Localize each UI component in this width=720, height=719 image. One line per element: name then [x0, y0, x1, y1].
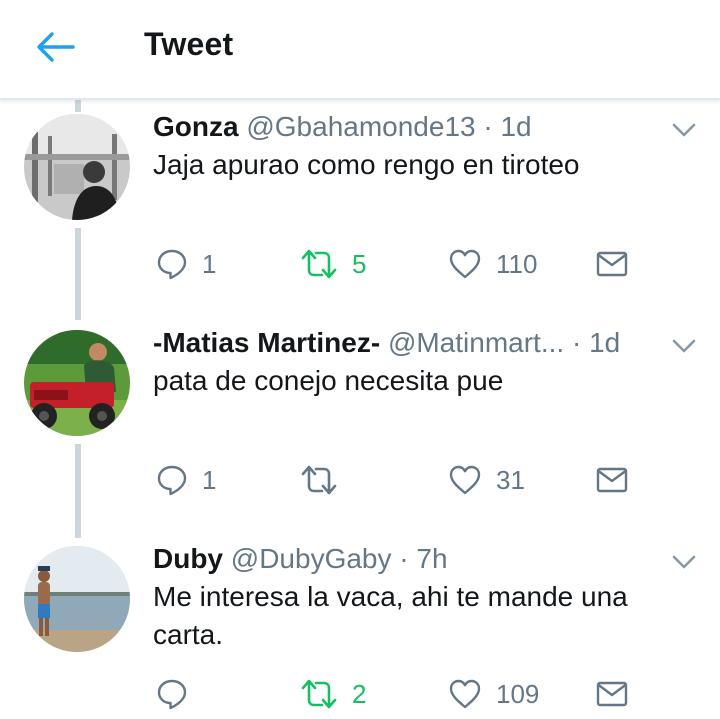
- chevron-down-icon[interactable]: [670, 120, 698, 140]
- tweet-text: Me interesa la vaca, ahi te mande una ca…: [153, 581, 628, 650]
- display-name[interactable]: -Matias Martinez-: [153, 327, 380, 358]
- envelope-icon: [596, 681, 628, 707]
- reply-icon: [157, 679, 187, 710]
- direct-message-button[interactable]: [596, 680, 628, 708]
- top-bar: Tweet: [0, 0, 720, 100]
- display-name[interactable]: Duby: [153, 543, 223, 574]
- reply-count: 1: [202, 464, 217, 495]
- direct-message-button[interactable]: [596, 466, 628, 494]
- reply-button[interactable]: 1: [156, 464, 216, 496]
- user-handle[interactable]: @Matinmart...: [388, 327, 564, 358]
- reply-button[interactable]: 1: [156, 248, 216, 280]
- timestamp: 1d: [500, 111, 532, 142]
- user-handle[interactable]: @Gbahamonde13: [246, 111, 475, 142]
- timestamp: 7h: [416, 543, 448, 574]
- avatar-photo: [24, 330, 130, 436]
- retweet-icon: [301, 679, 337, 709]
- reply-button[interactable]: [156, 678, 202, 710]
- heart-icon: [449, 679, 481, 709]
- back-button[interactable]: [30, 22, 80, 72]
- retweet-count: 2: [352, 678, 367, 709]
- retweet-button[interactable]: 2: [300, 678, 366, 710]
- like-count: 110: [496, 248, 538, 279]
- tweet-text: pata de conejo necesita pue: [153, 365, 504, 396]
- retweet-icon: [301, 249, 337, 279]
- avatar-photo: [24, 546, 130, 652]
- tweet-header: Gonza @Gbahamonde13 · 1d: [153, 110, 532, 144]
- timestamp: 1d: [589, 327, 621, 358]
- retweet-icon: [301, 465, 337, 495]
- like-button[interactable]: 110: [448, 248, 537, 280]
- chevron-down-icon[interactable]: [670, 336, 698, 356]
- avatar-photo: [24, 114, 130, 220]
- like-button[interactable]: 31: [448, 464, 525, 496]
- envelope-icon: [596, 251, 628, 277]
- reply-icon: [157, 465, 187, 496]
- retweet-count: 5: [352, 248, 367, 279]
- display-name[interactable]: Gonza: [153, 111, 239, 142]
- separator-dot: ·: [399, 543, 409, 574]
- tweet-text: Jaja apurao como rengo en tiroteo: [153, 149, 580, 180]
- like-count: 31: [496, 464, 525, 495]
- heart-icon: [449, 249, 481, 279]
- arrow-left-icon: [37, 32, 75, 62]
- like-count: 109: [496, 678, 540, 709]
- avatar[interactable]: [24, 114, 130, 220]
- heart-icon: [449, 465, 481, 495]
- tweet-header: -Matias Martinez- @Matinmart... · 1d: [153, 326, 620, 360]
- reply-icon: [157, 249, 187, 280]
- avatar[interactable]: [24, 330, 130, 436]
- chevron-down-icon[interactable]: [670, 552, 698, 572]
- page-title: Tweet: [144, 26, 234, 62]
- retweet-button[interactable]: [300, 464, 352, 496]
- reply-count: 1: [202, 248, 217, 279]
- separator-dot: ·: [483, 111, 493, 142]
- avatar[interactable]: [24, 546, 130, 652]
- thread-line: [75, 228, 81, 320]
- retweet-button[interactable]: 5: [300, 248, 366, 280]
- like-button[interactable]: 109: [448, 678, 539, 710]
- thread-line: [75, 98, 81, 112]
- envelope-icon: [596, 467, 628, 493]
- tweet-header: Duby @DubyGaby · 7h: [153, 542, 448, 576]
- user-handle[interactable]: @DubyGaby: [231, 543, 392, 574]
- direct-message-button[interactable]: [596, 250, 628, 278]
- separator-dot: ·: [571, 327, 582, 358]
- thread-line: [75, 444, 81, 538]
